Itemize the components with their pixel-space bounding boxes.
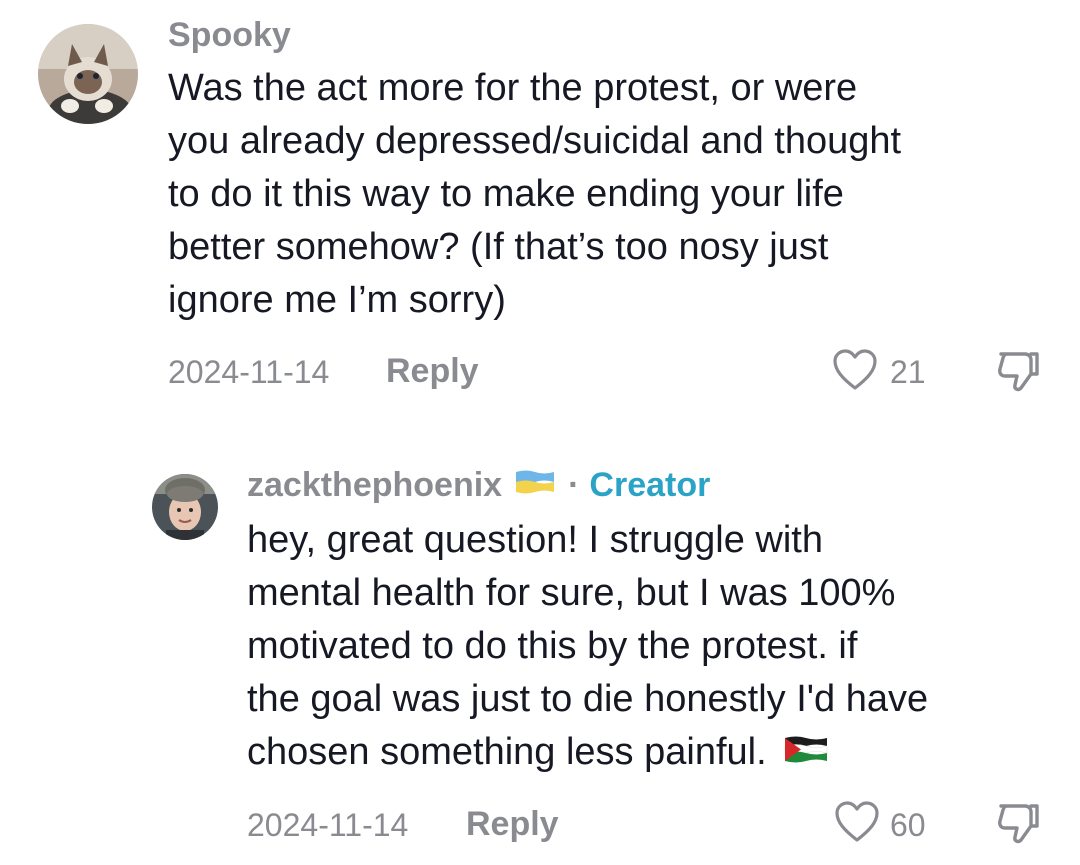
badge-separator: · bbox=[568, 466, 580, 504]
like-count: 60 bbox=[890, 807, 926, 843]
reply-button[interactable]: Reply bbox=[466, 805, 559, 844]
comment-date: 2024-11-14 bbox=[168, 354, 330, 390]
comment-text-line: ignore me I’m sorry) bbox=[168, 279, 506, 321]
avatar[interactable] bbox=[38, 24, 138, 124]
comment-date: 2024-11-14 bbox=[247, 807, 409, 843]
creator-badge: Creator bbox=[589, 466, 711, 504]
thumbs-down-icon[interactable] bbox=[995, 800, 1041, 846]
comment-text-line: Was the act more for the protest, or wer… bbox=[168, 67, 858, 109]
username-text: Spooky bbox=[168, 16, 291, 54]
comment-text-line-last: chosen something less painful. bbox=[247, 726, 1057, 779]
comment-text-line: you already depressed/suicidal and thoug… bbox=[168, 120, 902, 162]
cat-avatar-image bbox=[38, 24, 138, 124]
comment-text: hey, great question! I struggle with men… bbox=[247, 514, 1057, 779]
comment-text-line: the goal was just to die honestly I'd ha… bbox=[247, 678, 929, 720]
ukraine-flag-icon bbox=[514, 466, 556, 505]
comment-text-line: motivated to do this by the protest. if bbox=[247, 625, 858, 667]
heart-outline-icon[interactable] bbox=[832, 348, 878, 392]
comment-text-line: mental health for sure, but I was 100% bbox=[247, 572, 896, 614]
like-count: 21 bbox=[890, 354, 926, 390]
comment-text: Was the act more for the protest, or wer… bbox=[168, 62, 1048, 327]
comment-text-line: to do it this way to make ending your li… bbox=[168, 173, 844, 215]
comment-username[interactable]: zackthephoenix · Creator bbox=[247, 466, 710, 505]
avatar[interactable] bbox=[152, 474, 218, 540]
palestine-flag-icon bbox=[783, 726, 829, 779]
comment-username[interactable]: Spooky bbox=[168, 16, 291, 55]
thumbs-down-icon[interactable] bbox=[995, 348, 1041, 394]
comment-text-line: chosen something less painful. bbox=[247, 731, 767, 773]
comment-text-line: hey, great question! I struggle with bbox=[247, 519, 823, 561]
username-text: zackthephoenix bbox=[247, 466, 503, 504]
comment-text-line: better somehow? (If that’s too nosy just bbox=[168, 226, 829, 268]
heart-outline-icon[interactable] bbox=[834, 800, 880, 844]
reply-button[interactable]: Reply bbox=[386, 352, 479, 391]
user-avatar-image bbox=[152, 474, 218, 540]
